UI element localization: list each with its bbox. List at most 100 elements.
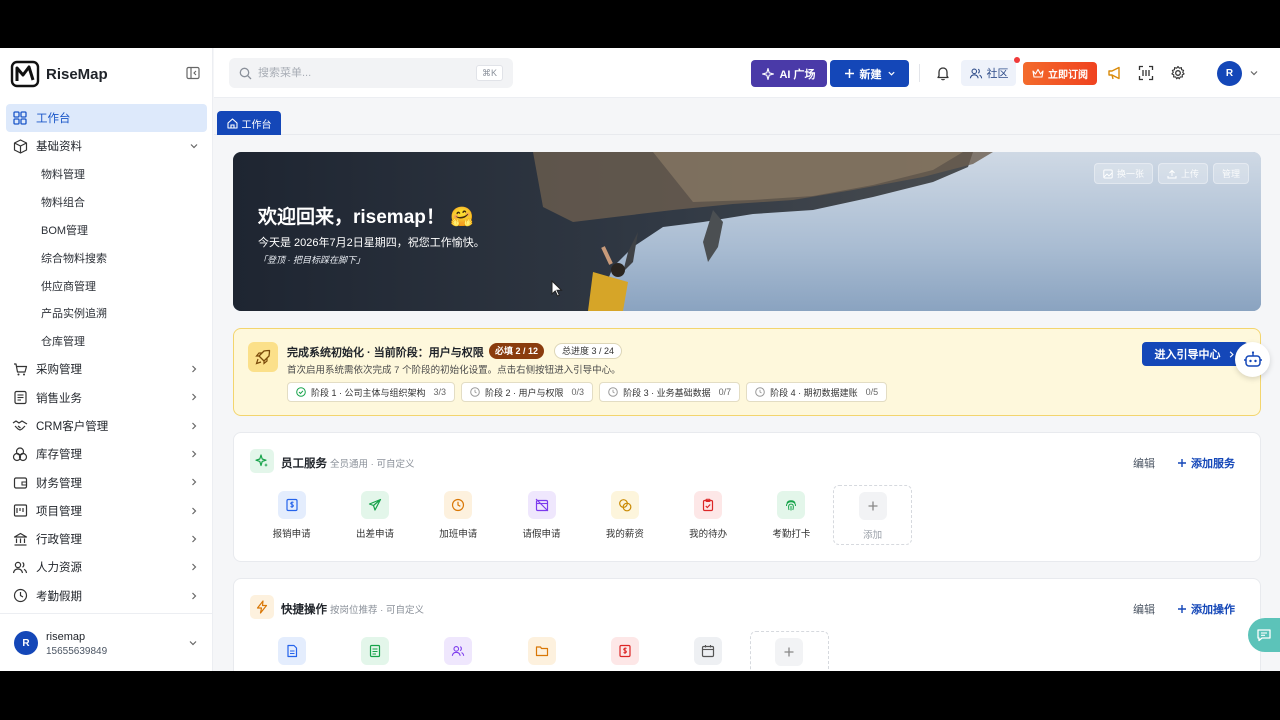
service-label: 报销申请 (272, 529, 311, 540)
sidebar-item-inventory[interactable]: 库存管理 (0, 440, 213, 468)
boxes-icon (12, 446, 28, 462)
search-input[interactable] (258, 67, 458, 79)
avatar[interactable]: R (1217, 61, 1242, 86)
sidebar-item-crm[interactable]: CRM客户管理 (0, 412, 213, 440)
employee-services-card: 员工服务 全员通用 · 可自定义 编辑 添加服务 报销申请 出差申请 加班申请 … (233, 432, 1261, 562)
guide-button-label: 进入引导中心 (1154, 349, 1221, 361)
stage-chip-1[interactable]: 阶段 1 · 公司主体与组织架构 3/3 (287, 382, 456, 402)
sidebar-subitem-product-trace[interactable]: 产品实例追溯 (0, 300, 213, 328)
add-action-tile[interactable] (749, 631, 829, 671)
service-leave[interactable]: 请假申请 (500, 485, 583, 545)
service-business-trip[interactable]: 出差申请 (333, 485, 416, 545)
sidebar-subitem-material[interactable]: 物料管理 (0, 161, 213, 189)
chevron-down-icon[interactable] (188, 638, 198, 648)
sidebar-item-hr[interactable]: 人力资源 (0, 553, 213, 581)
users-icon (444, 637, 473, 665)
onboarding-description: 首次启用系统需依次完成 7 个阶段的初始化设置。点击右侧按钮进入引导中心。 (287, 365, 621, 376)
new-button[interactable]: 新建 (830, 60, 909, 87)
service-clock-in[interactable]: 考勤打卡 (750, 485, 833, 545)
scan-icon[interactable] (1137, 64, 1155, 82)
gear-icon[interactable] (1169, 64, 1187, 82)
sidebar: RiseMap 工作台 基础资料 物料管理 物料组合 BOM管理 综合物料搜索 … (0, 48, 213, 671)
stage-chip-4[interactable]: 阶段 4 · 期初数据建账 0/5 (746, 382, 888, 402)
chevron-down-icon[interactable] (1249, 68, 1259, 78)
sidebar-item-project[interactable]: 项目管理 (0, 497, 213, 525)
upload-button[interactable]: 上传 (1157, 163, 1208, 184)
handshake-icon (12, 418, 28, 434)
stage-count: 0/3 (571, 387, 585, 397)
quick-action-item[interactable] (666, 631, 749, 671)
card-subtitle: 按岗位推荐 · 可自定义 (330, 605, 424, 616)
lightning-icon (250, 595, 274, 619)
onboarding-panel: 完成系统初始化 · 当前阶段：用户与权限 必填 2 / 12 总进度 3 / 2… (233, 328, 1261, 416)
chevron-right-icon (192, 535, 197, 543)
wallet-icon (12, 475, 28, 491)
letterbox-top (0, 0, 1280, 48)
ai-plaza-button[interactable]: AI 广场 (751, 60, 827, 87)
sidebar-item-purchase[interactable]: 采购管理 (0, 355, 213, 383)
chevron-right-icon (192, 450, 197, 458)
change-image-button[interactable]: 换一张 (1093, 163, 1153, 184)
enter-guide-center-button[interactable]: 进入引导中心 (1142, 342, 1248, 366)
fingerprint-icon (777, 491, 806, 519)
assistant-bot-button[interactable] (1235, 342, 1270, 377)
chevron-right-icon (192, 365, 197, 373)
service-overtime[interactable]: 加班申请 (417, 485, 500, 545)
tab-label: 工作台 (241, 119, 272, 131)
quick-action-item[interactable] (250, 631, 333, 671)
plus-icon (1178, 459, 1186, 467)
plus-icon (1178, 605, 1186, 613)
community-button[interactable]: 社区 (961, 60, 1016, 86)
add-service-tile[interactable]: 添加 (833, 485, 913, 545)
quick-action-item[interactable] (417, 631, 500, 671)
sidebar-item-label: 财务管理 (36, 477, 82, 490)
edit-services-button[interactable]: 编辑 (1133, 455, 1155, 471)
quick-action-item[interactable] (583, 631, 666, 671)
sidebar-collapse-icon[interactable] (186, 66, 200, 80)
brand[interactable]: RiseMap (10, 58, 108, 90)
total-progress-badge: 总进度 3 / 24 (554, 343, 623, 359)
sidebar-item-label: CRM客户管理 (36, 420, 109, 433)
sidebar-item-basic-data[interactable]: 基础资料 (0, 132, 213, 160)
tab-workbench[interactable]: 工作台 (217, 111, 281, 135)
stage-chip-2[interactable]: 阶段 2 · 用户与权限 0/3 (461, 382, 594, 402)
new-label: 新建 (859, 68, 882, 81)
document-icon (277, 637, 306, 665)
sparkles-icon (250, 449, 274, 473)
chat-support-button[interactable] (1248, 618, 1280, 652)
quick-action-item[interactable] (333, 631, 416, 671)
subscribe-button[interactable]: 立即订阅 (1023, 62, 1097, 85)
edit-actions-button[interactable]: 编辑 (1133, 601, 1155, 617)
sidebar-subitem-material-search[interactable]: 综合物料搜索 (0, 244, 213, 272)
sidebar-item-attendance[interactable]: 考勤假期 (0, 582, 213, 610)
stage-chip-3[interactable]: 阶段 3 · 业务基础数据 0/7 (599, 382, 741, 402)
megaphone-icon[interactable] (1106, 64, 1124, 82)
service-reimburse[interactable]: 报销申请 (250, 485, 333, 545)
hugging-emoji: 🤗 (450, 207, 474, 228)
add-action-button[interactable]: 添加操作 (1177, 601, 1235, 617)
chevron-down-icon (190, 144, 198, 149)
service-salary[interactable]: 我的薪资 (583, 485, 666, 545)
clipboard-check-icon (694, 491, 723, 519)
sidebar-subitem-material-combo[interactable]: 物料组合 (0, 188, 213, 216)
list-document-icon (360, 637, 389, 665)
robot-icon (1243, 350, 1262, 367)
plane-icon (360, 491, 389, 519)
search-box[interactable]: ⌘K (229, 58, 513, 88)
sidebar-item-workbench[interactable]: 工作台 (6, 104, 207, 133)
sidebar-item-finance[interactable]: 财务管理 (0, 468, 213, 496)
service-todo[interactable]: 我的待办 (666, 485, 749, 545)
sidebar-subitem-warehouse[interactable]: 仓库管理 (0, 327, 213, 355)
check-circle-icon (296, 387, 306, 397)
user-profile[interactable]: R risemap 15655639849 (0, 613, 213, 671)
manage-button[interactable]: 管理 (1212, 163, 1249, 184)
sidebar-item-sales[interactable]: 销售业务 (0, 383, 213, 411)
quick-action-item[interactable] (500, 631, 583, 671)
add-service-button[interactable]: 添加服务 (1177, 455, 1235, 471)
welcome-banner: 欢迎回来，risemap！ 🤗 今天是 2026年7月2日星期四，祝您工作愉快。… (233, 152, 1261, 311)
image-icon (1103, 169, 1113, 178)
sidebar-subitem-supplier[interactable]: 供应商管理 (0, 272, 213, 300)
sidebar-item-admin[interactable]: 行政管理 (0, 525, 213, 553)
bell-icon[interactable] (934, 64, 952, 82)
sidebar-subitem-bom[interactable]: BOM管理 (0, 216, 213, 244)
